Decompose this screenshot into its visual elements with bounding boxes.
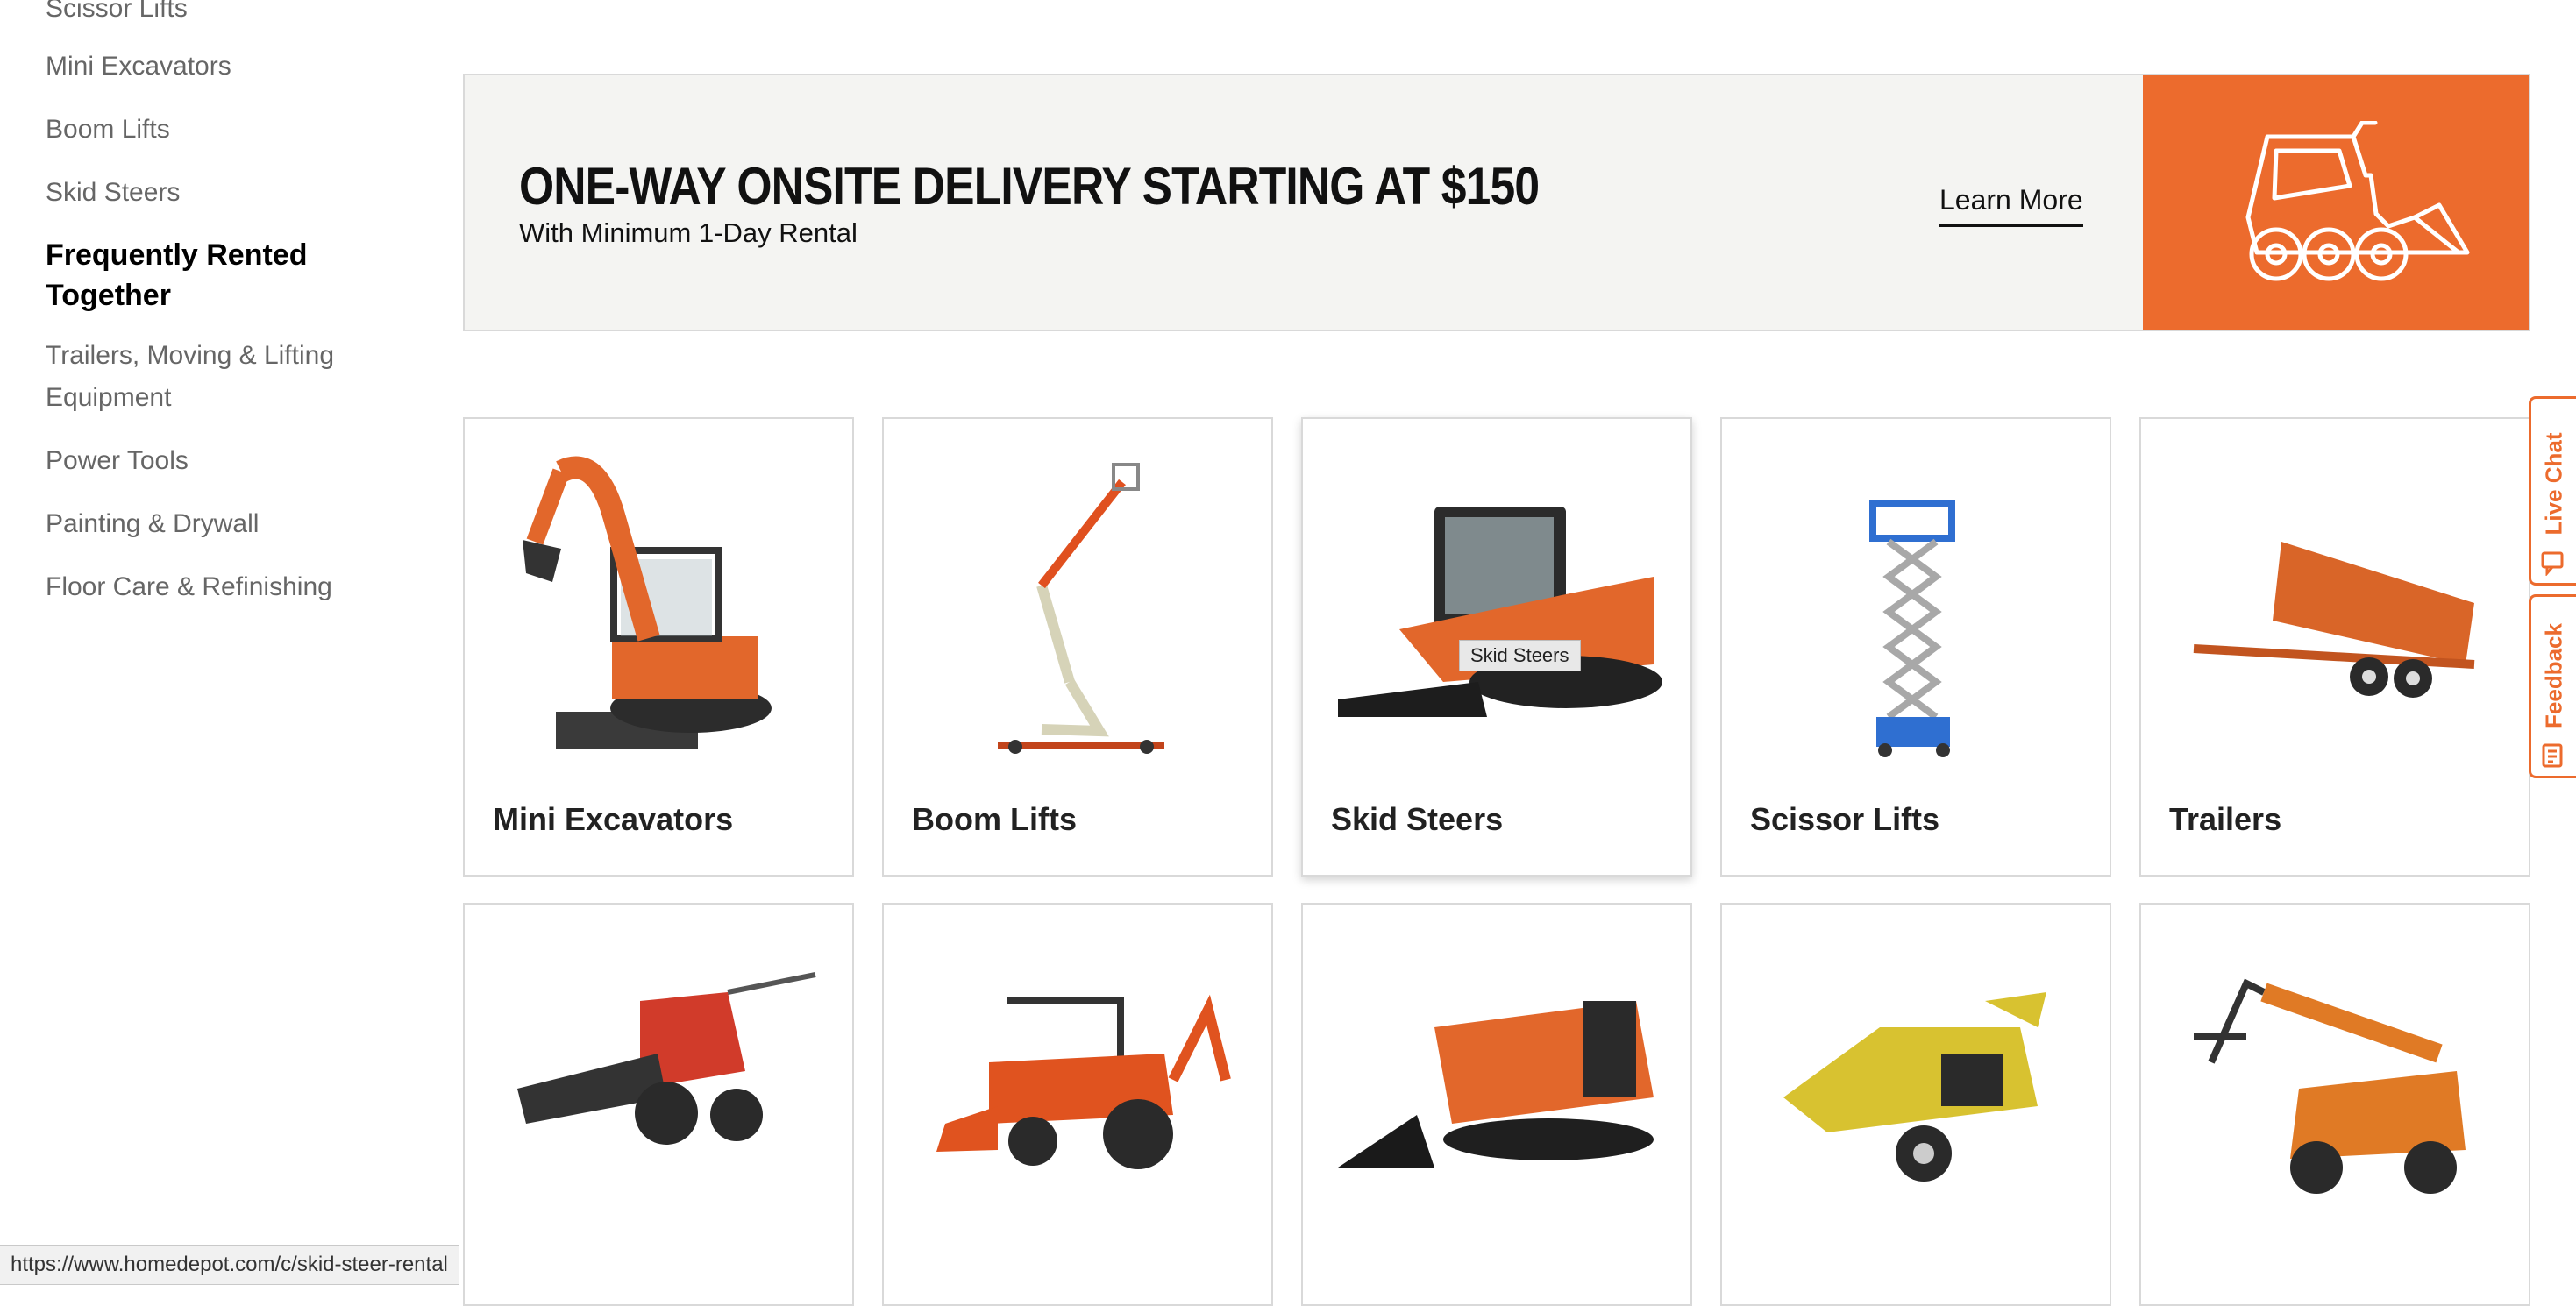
trencher-image [517,972,816,1145]
sidebar-link-power-tools[interactable]: Power Tools [46,440,189,482]
sidebar-link-skid-steers[interactable]: Skid Steers [46,172,180,214]
status-bar-url: https://www.homedepot.com/c/skid-steer-r… [0,1245,459,1285]
sidebar-link-floor-care[interactable]: Floor Care & Refinishing [46,566,332,608]
feedback-tab[interactable]: Feedback [2529,594,2576,778]
feedback-icon [2542,743,2563,768]
sidebar-link-trailers-moving-lifting[interactable]: Trailers, Moving & Lifting Equipment [46,335,396,419]
sidebar-link-painting-drywall[interactable]: Painting & Drywall [46,503,259,545]
category-tile-boom-lifts[interactable]: Boom Lifts [882,417,1273,877]
trailer-image [2193,542,2475,698]
category-tile-scissor-lifts[interactable]: Scissor Lifts [1720,417,2111,877]
banner-subtitle: With Minimum 1-Day Rental [519,217,857,248]
sidebar-link-scissor-lifts[interactable]: Scissor Lifts [46,0,188,30]
banner-title: ONE-WAY ONSITE DELIVERY STARTING AT $150 [519,157,1540,216]
skid-steer-image [1338,507,1662,717]
category-tile-trailers[interactable]: Trailers [2139,417,2530,877]
chat-icon [2541,551,2564,576]
category-tile-mini-excavators[interactable]: Mini Excavators [463,417,854,877]
tile-label: Scissor Lifts [1750,801,1940,837]
boom-lift-image [998,463,1164,754]
banner-art [2143,75,2529,330]
skid-steer-icon [2245,121,2470,281]
feedback-label: Feedback [2540,622,2566,728]
scissor-lift-image [1869,500,1955,757]
sidebar-link-boom-lifts[interactable]: Boom Lifts [46,109,170,151]
tile-label: Boom Lifts [912,801,1077,837]
mini-excavator-image [523,456,772,749]
learn-more-link[interactable]: Learn More [1939,184,2083,227]
tile-label: Mini Excavators [493,801,734,837]
category-tile-mini-track-loader[interactable] [1301,903,1692,1306]
wood-chipper-image [1783,992,2046,1182]
mini-track-loader-image [1338,1001,1654,1168]
live-chat-tab[interactable]: Live Chat [2529,396,2576,586]
category-tile-telehandler[interactable] [2139,903,2530,1306]
sidebar-heading: Frequently Rented Together [46,238,308,312]
tile-label: Trailers [2169,801,2282,837]
telehandler-image [2194,978,2466,1194]
sidebar-link-mini-excavators[interactable]: Mini Excavators [46,46,231,88]
category-tile-trencher[interactable] [463,903,854,1306]
category-tile-wood-chipper[interactable] [1720,903,2111,1306]
hover-tooltip: Skid Steers [1459,640,1581,671]
tractor-backhoe-image [936,994,1231,1169]
delivery-promo-banner[interactable]: ONE-WAY ONSITE DELIVERY STARTING AT $150… [463,74,2530,331]
category-tile-tractor[interactable] [882,903,1273,1306]
live-chat-label: Live Chat [2540,432,2566,536]
tile-label: Skid Steers [1331,801,1504,837]
